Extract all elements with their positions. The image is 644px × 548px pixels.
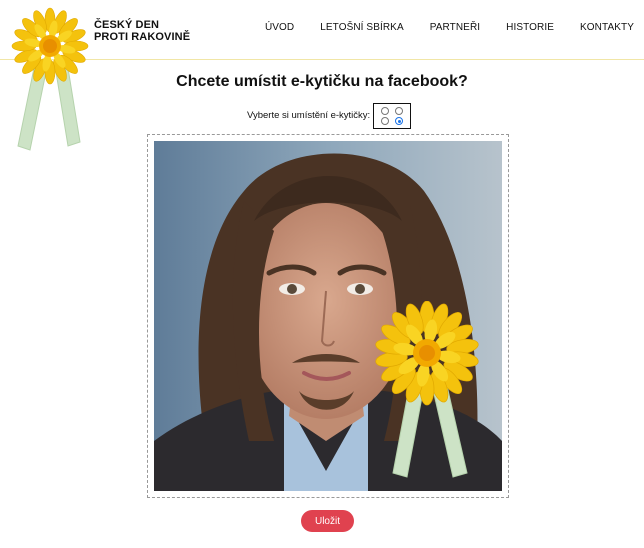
brand-name[interactable]: ČESKÝ DEN PROTI RAKOVINĚ	[94, 19, 190, 43]
radio-bottom-left[interactable]	[381, 117, 390, 125]
placement-radio-group	[373, 103, 412, 129]
brand-line-1: ČESKÝ DEN	[94, 19, 160, 31]
nav-item-partneri[interactable]: PARTNEŘI	[430, 22, 480, 33]
main-nav: ÚVOD LETOŠNÍ SBÍRKA PARTNEŘI HISTORIE KO…	[265, 22, 634, 33]
preview-frame	[147, 134, 509, 498]
placement-label: Vyberte si umístění e-kytičky:	[247, 109, 371, 121]
radio-bottom-right[interactable]	[395, 117, 404, 125]
brand-line-2: PROTI RAKOVINĚ	[94, 31, 191, 43]
placement-selector: Vyberte si umístění e-kytičky:	[247, 103, 412, 129]
e-kyticka-flower-icon	[375, 301, 479, 478]
nav-item-letosni-sbirka[interactable]: LETOŠNÍ SBÍRKA	[320, 22, 403, 33]
page-title: Chcete umístit e-kytičku na facebook?	[176, 73, 468, 90]
save-button[interactable]: Uložit	[301, 510, 354, 532]
nav-item-uvod[interactable]: ÚVOD	[265, 22, 294, 33]
nav-item-historie[interactable]: HISTORIE	[506, 22, 554, 33]
nav-item-kontakty[interactable]: KONTAKTY	[580, 22, 634, 33]
radio-top-left[interactable]	[381, 107, 390, 115]
site-header: ČESKÝ DEN PROTI RAKOVINĚ ÚVOD LETOŠNÍ SB…	[0, 0, 644, 60]
radio-top-right[interactable]	[395, 107, 404, 115]
